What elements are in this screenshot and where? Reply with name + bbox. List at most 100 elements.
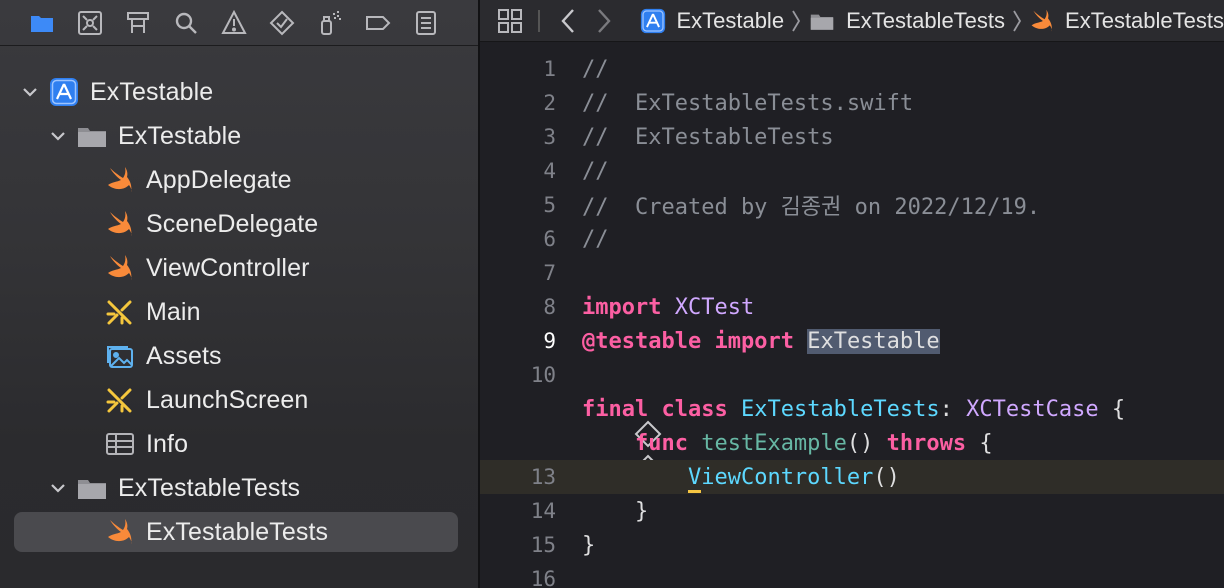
chevron-down-icon[interactable] — [48, 478, 68, 498]
tree-row-label: SceneDelegate — [146, 209, 319, 238]
code-line[interactable]: 6 // — [480, 222, 1224, 256]
code-line[interactable]: 8 import XCTest — [480, 290, 1224, 324]
test-diamond-icon[interactable] — [268, 9, 296, 37]
code-text: final class ExTestableTests: XCTestCase … — [582, 396, 1126, 422]
debug-spray-icon[interactable] — [316, 9, 344, 37]
breadcrumb-folder[interactable]: ExTestableTests — [808, 8, 1005, 34]
navigator-toolbar — [0, 0, 478, 46]
line-number: 4 — [543, 159, 556, 183]
breadcrumb-chevron-icon — [790, 8, 802, 34]
tree-row-label: ExTestableTests — [118, 473, 301, 502]
code-text: } — [582, 532, 596, 558]
code-text: // — [582, 56, 609, 82]
code-text: // Created by 김종권 on 2022/12/19. — [582, 195, 1041, 220]
line-number: 7 — [543, 261, 556, 285]
breadcrumb-label: ExTestableTests — [846, 7, 1006, 33]
tree-row-folder[interactable]: ExTestable — [0, 114, 478, 158]
tree-row-project[interactable]: ExTestable — [0, 70, 478, 114]
tree-row-file-selected[interactable]: ExTestableTests — [0, 510, 478, 554]
line-number: 15 — [530, 533, 556, 557]
related-items-grid-icon[interactable] — [496, 6, 524, 36]
breadcrumb-project[interactable]: ExTestable — [640, 8, 784, 34]
tree-row-label: ExTestable — [90, 77, 214, 106]
code-line[interactable]: 2 // ExTestableTests.swift — [480, 86, 1224, 120]
storyboard-icon — [104, 384, 136, 416]
code-text: // ExTestableTests — [582, 124, 834, 150]
line-number: 5 — [543, 193, 556, 217]
swift-file-icon — [1031, 9, 1052, 31]
warning-icon[interactable] — [220, 9, 248, 37]
toolbar-separator — [538, 9, 541, 32]
code-text: // — [582, 226, 609, 252]
tree-row-label: ExTestableTests — [146, 517, 329, 546]
tree-row-file[interactable]: LaunchScreen — [0, 378, 478, 422]
line-number: 8 — [543, 295, 556, 319]
swift-file-icon — [104, 208, 136, 240]
app-project-icon — [48, 76, 80, 108]
folder-icon — [810, 14, 834, 30]
line-number: 6 — [543, 227, 556, 251]
code-text: } — [582, 498, 649, 524]
tree-row-file[interactable]: Main — [0, 290, 478, 334]
folder-icon[interactable] — [28, 9, 56, 37]
line-number: 10 — [530, 363, 556, 387]
code-text: ViewController() — [582, 464, 900, 493]
line-number: 9 — [543, 329, 556, 353]
tree-row-folder[interactable]: ExTestableTests — [0, 466, 478, 510]
code-text: @testable import ExTestable — [582, 328, 940, 354]
code-line[interactable]: final class ExTestableTests: XCTestCase … — [480, 392, 1224, 448]
chevron-down-icon[interactable] — [20, 82, 40, 102]
code-text: // — [582, 158, 609, 184]
app-project-icon — [641, 8, 666, 33]
code-line-current[interactable]: 13 ViewController() — [480, 460, 1224, 494]
line-number: 14 — [530, 499, 556, 523]
code-line[interactable]: 15 } — [480, 528, 1224, 562]
plist-icon — [104, 428, 136, 460]
code-line[interactable]: 1 // — [480, 52, 1224, 86]
code-line[interactable]: 5 // Created by 김종권 on 2022/12/19. — [480, 188, 1224, 222]
report-icon[interactable] — [412, 9, 440, 37]
breadcrumb-label: ExTestable — [676, 7, 785, 33]
code-text: import XCTest — [582, 294, 755, 320]
code-area[interactable]: 1 // 2 // ExTestableTests.swift 3 // ExT… — [480, 52, 1224, 588]
breadcrumb-chevron-icon — [1011, 8, 1023, 34]
line-number: 1 — [543, 57, 556, 81]
test-diamond-icon[interactable] — [528, 395, 662, 448]
breakpoint-icon[interactable] — [364, 9, 392, 37]
tree-row-file[interactable]: AppDelegate — [0, 158, 478, 202]
code-line[interactable]: 14 } — [480, 494, 1224, 528]
code-line[interactable]: 3 // ExTestableTests — [480, 120, 1224, 154]
tree-row-label: AppDelegate — [146, 165, 292, 194]
tree-row-file[interactable]: Assets — [0, 334, 478, 378]
chevron-left-icon[interactable] — [554, 6, 582, 36]
project-navigator: ExTestable ExTestable AppDelegate SceneD… — [0, 0, 478, 588]
breadcrumb-file[interactable]: ExTestableTests — [1029, 8, 1224, 34]
tree-row-label: ExTestable — [118, 121, 242, 150]
tree-row-file[interactable]: SceneDelegate — [0, 202, 478, 246]
tree-row-label: Assets — [146, 341, 222, 370]
line-number: 2 — [543, 91, 556, 115]
hierarchy-icon[interactable] — [124, 9, 152, 37]
source-control-icon[interactable] — [76, 9, 104, 37]
tree-row-label: Info — [146, 429, 189, 458]
storyboard-icon — [104, 296, 136, 328]
tree-row-label: LaunchScreen — [146, 385, 309, 414]
assets-icon — [104, 340, 136, 372]
tree-row-file[interactable]: Info — [0, 422, 478, 466]
code-line[interactable]: 7 — [480, 256, 1224, 290]
search-icon[interactable] — [172, 9, 200, 37]
folder-icon — [76, 120, 108, 152]
code-text: func testExample() throws { — [634, 430, 993, 456]
jump-bar: ExTestable ExTestableTests ExTestableTes… — [480, 0, 1224, 42]
code-line[interactable]: 16 — [480, 562, 1224, 588]
code-line[interactable]: 10 — [480, 358, 1224, 392]
chevron-right-icon[interactable] — [590, 6, 618, 36]
line-number: 13 — [530, 465, 556, 489]
tree-row-label: ViewController — [146, 253, 310, 282]
code-line[interactable]: func testExample() throws { — [480, 426, 1224, 482]
tree-row-file[interactable]: ViewController — [0, 246, 478, 290]
code-line[interactable]: 4 // — [480, 154, 1224, 188]
code-line[interactable]: 9 @testable import ExTestable — [480, 324, 1224, 358]
chevron-down-icon[interactable] — [48, 126, 68, 146]
test-diamond-icon[interactable] — [528, 429, 662, 482]
